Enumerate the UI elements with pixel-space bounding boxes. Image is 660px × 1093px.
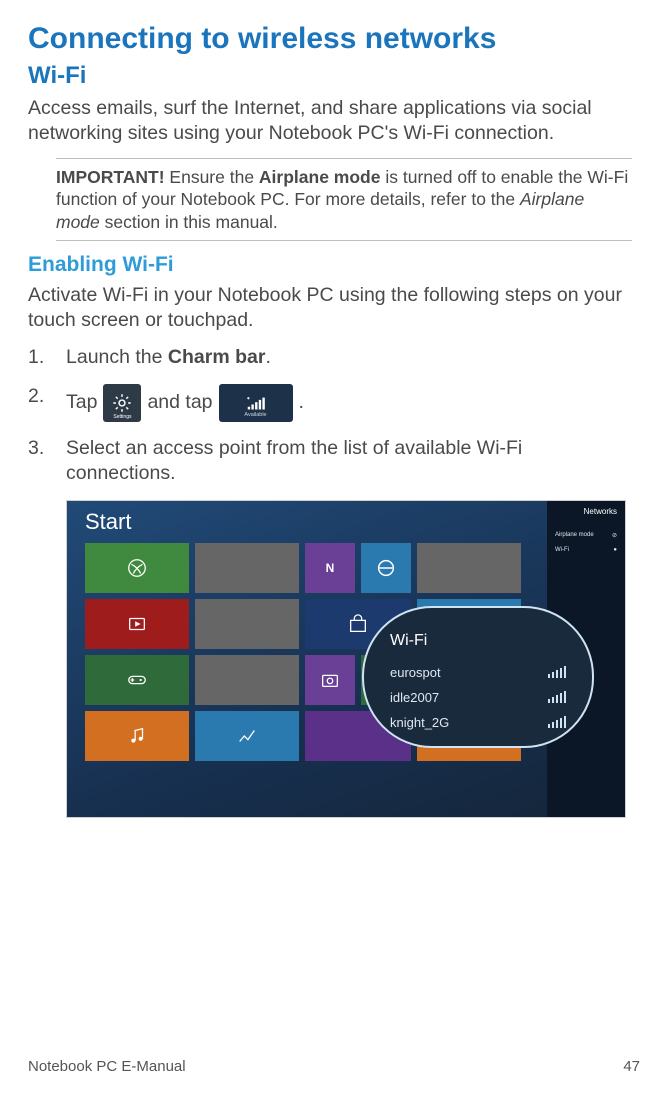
available-icon-label: Available — [219, 412, 293, 419]
footer-page-number: 47 — [623, 1058, 640, 1075]
start-label: Start — [85, 509, 131, 535]
wifi-network-1-name: eurospot — [390, 665, 441, 680]
settings-icon-label: Settings — [103, 414, 141, 420]
step-3: 3. Select an access point from the list … — [28, 436, 632, 486]
tile-music — [85, 711, 189, 761]
tile-onenote: N — [305, 543, 355, 593]
step-3-text: Select an access point from the list of … — [66, 436, 632, 486]
signal-icon — [548, 716, 567, 728]
np-airplane: Airplane mode⊘ — [547, 528, 625, 543]
wifi-screenshot: Start N Networks Airplane mode⊘ Wi-Fi● W… — [66, 500, 626, 818]
tile-games — [85, 655, 189, 705]
signal-icon — [548, 666, 567, 678]
tile-camera — [305, 655, 355, 705]
wifi-popup: Wi-Fi eurospot idle2007 knight_2G — [362, 606, 594, 748]
important-text-a: Ensure the — [165, 167, 259, 187]
settings-icon: Settings — [103, 384, 141, 422]
step-1-text-a: Launch the — [66, 346, 168, 368]
tile-ie — [361, 543, 411, 593]
wifi-popup-title: Wi-Fi — [390, 632, 566, 650]
important-text-c: section in this manual. — [100, 212, 278, 232]
np-wifi: Wi-Fi● — [547, 543, 625, 557]
step-2-text-c: . — [299, 390, 304, 415]
step-1: 1. Launch the Charm bar. — [28, 345, 632, 370]
wifi-network-3-name: knight_2G — [390, 715, 449, 730]
step-2-text-a: Tap — [66, 390, 97, 415]
wifi-network-3: knight_2G — [390, 710, 566, 735]
page-footer: Notebook PC E-Manual 47 — [28, 1058, 640, 1075]
step-2: 2. Tap Settings and tap ✱ Available . — [28, 384, 632, 422]
tile-photo-1 — [195, 543, 299, 593]
wifi-network-2: idle2007 — [390, 685, 566, 710]
wifi-network-1: eurospot — [390, 660, 566, 685]
networks-panel-title: Networks — [547, 501, 625, 528]
signal-icon — [548, 691, 567, 703]
tile-video — [85, 599, 189, 649]
important-label: IMPORTANT! — [56, 167, 165, 187]
step-1-text-b: . — [265, 346, 270, 368]
step-1-charm-bar: Charm bar — [168, 346, 266, 368]
tile-photo-3 — [195, 599, 299, 649]
important-note: IMPORTANT! Ensure the Airplane mode is t… — [56, 158, 632, 241]
tile-xbox — [85, 543, 189, 593]
step-1-number: 1. — [28, 345, 48, 370]
step-3-number: 3. — [28, 436, 48, 486]
tile-photo-2 — [417, 543, 521, 593]
wifi-network-2-name: idle2007 — [390, 690, 439, 705]
tile-chart — [195, 711, 299, 761]
available-icon: ✱ Available — [219, 384, 293, 422]
tile-photo-4 — [195, 655, 299, 705]
enabling-heading: Enabling Wi-Fi — [28, 253, 632, 277]
page-title: Connecting to wireless networks — [28, 22, 632, 56]
enabling-intro: Activate Wi-Fi in your Notebook PC using… — [28, 283, 632, 333]
important-airplane-bold: Airplane mode — [259, 167, 381, 187]
section-wifi: Wi-Fi — [28, 62, 632, 90]
step-2-number: 2. — [28, 384, 48, 422]
step-2-text-b: and tap — [147, 390, 212, 415]
svg-text:✱: ✱ — [246, 397, 250, 401]
intro-text: Access emails, surf the Internet, and sh… — [28, 96, 632, 146]
footer-left: Notebook PC E-Manual — [28, 1058, 186, 1075]
